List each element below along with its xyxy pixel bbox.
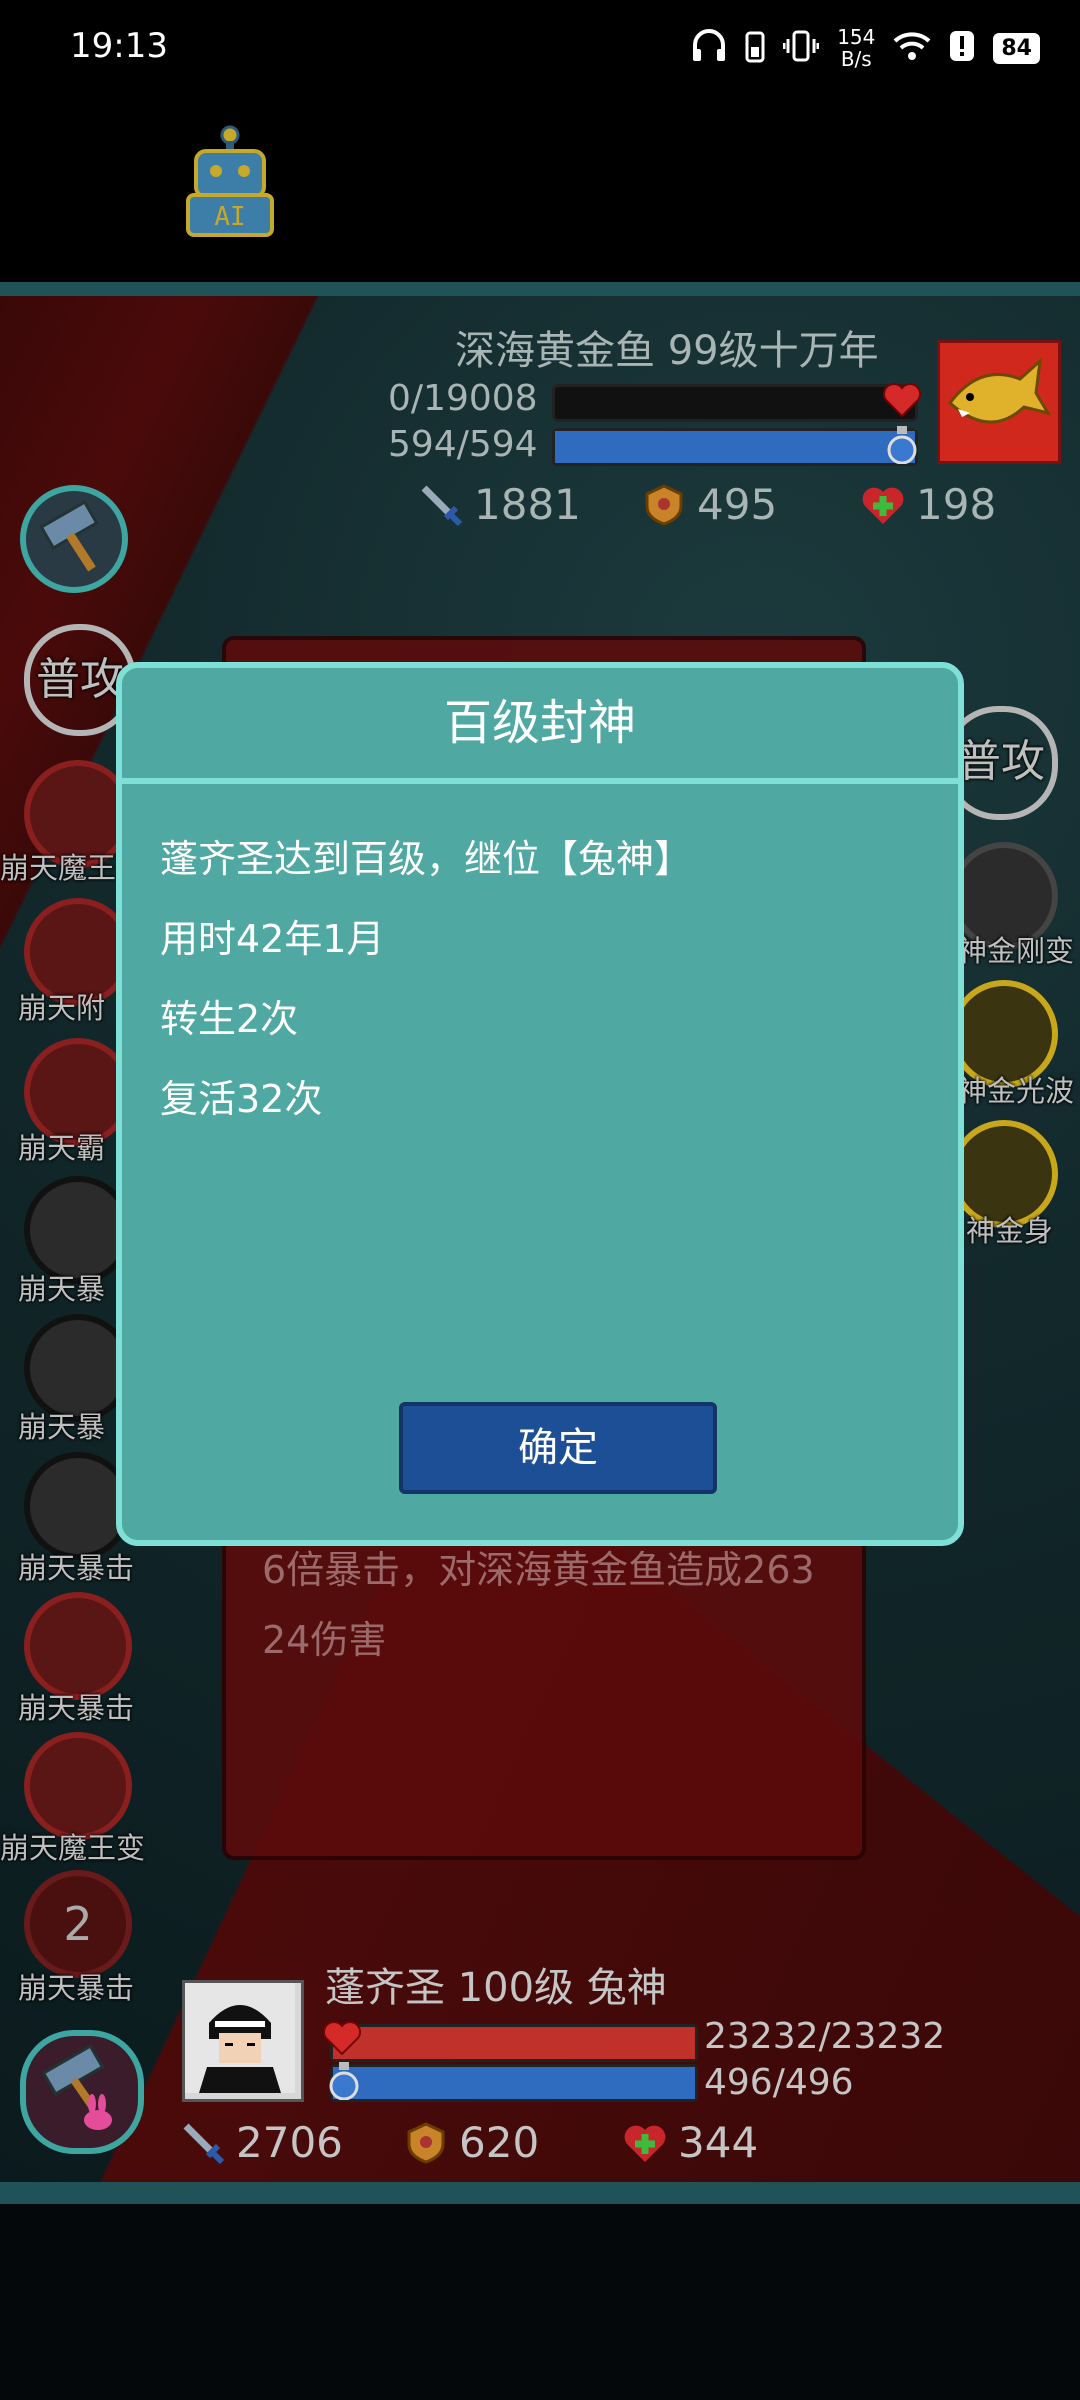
dialog-divider [122, 778, 958, 784]
player-defense-stat: 620 [405, 2118, 539, 2167]
golden-fish-icon [947, 357, 1052, 424]
headphones-icon [691, 29, 727, 67]
player-mp-fill [333, 2067, 695, 2099]
enemy-heal-stat: 198 [862, 480, 996, 529]
heal-cross-icon [862, 484, 904, 526]
player-mp-bar [330, 2064, 698, 2102]
svg-text:AI: AI [214, 202, 245, 232]
player-defense-value: 620 [459, 2118, 540, 2167]
skill-label-1: 崩天魔王 [0, 851, 117, 885]
player-avatar[interactable] [182, 1980, 304, 2102]
skill-icon-8[interactable] [24, 1732, 132, 1840]
enemy-mp-text: 594/594 [388, 424, 538, 465]
skill-label-9: 崩天暴击 [18, 1971, 135, 2005]
player-potion-icon [328, 2060, 360, 2104]
enemy-defense-value: 495 [697, 480, 778, 529]
player-shield-icon [405, 2121, 447, 2164]
player-heal-stat: 344 [624, 2118, 758, 2167]
skill-label-3: 崩天霸 [18, 1131, 106, 1165]
player-hp-text: 23232/23232 [704, 2016, 946, 2057]
right-skill-label-3: 神金身 [966, 1214, 1054, 1248]
level-up-dialog: 百级封神 蓬齐圣达到百级，继位【兔神】 用时42年1月 转生2次 复活32次 确… [116, 662, 964, 1546]
dialog-line-1: 蓬齐圣达到百级，继位【兔神】 [160, 837, 693, 881]
player-hp-bar [330, 2024, 698, 2062]
normal-attack-left-label: 普攻 [36, 654, 124, 705]
wifi-icon [893, 31, 931, 65]
top-border [0, 282, 1080, 296]
battle-log-text: 6倍暴击，对深海黄金鱼造成26324伤害 [262, 1548, 815, 1662]
dialog-title: 百级封神 [443, 695, 636, 751]
enemy-mp-fill [555, 431, 915, 463]
enemy-portrait[interactable] [937, 340, 1061, 464]
right-skill-label-2: 神金光波 [958, 1074, 1075, 1108]
potion-icon [886, 424, 918, 468]
network-speed: 154 B/s [837, 26, 875, 70]
player-heal-value: 344 [678, 2118, 759, 2167]
skill-label-4: 崩天暴 [18, 1272, 106, 1306]
normal-attack-right-label: 普攻 [957, 736, 1045, 787]
player-heal-cross-icon [624, 2122, 666, 2164]
enemy-hp-bar [552, 384, 918, 422]
rabbit-hammer-button[interactable] [20, 2030, 144, 2154]
dialog-line-2: 用时42年1月 [160, 917, 385, 961]
hammer-icon [39, 500, 99, 572]
right-skill-label-1: 神金刚变 [958, 934, 1075, 968]
phone-battery-icon [745, 29, 765, 67]
robot-icon: AI [186, 125, 274, 237]
skill-label-2: 崩天附 [18, 991, 106, 1025]
player-mp-text: 496/496 [704, 2062, 854, 2103]
alert-icon [949, 30, 975, 66]
status-bar: 19:13 154 B/s 84 [0, 0, 1080, 95]
network-speed-unit: B/s [840, 47, 872, 71]
player-sword-icon [182, 2122, 225, 2164]
clock: 19:13 [70, 26, 168, 66]
player-attack-stat: 2706 [182, 2118, 343, 2167]
enemy-hp-text: 0/19008 [388, 378, 538, 419]
skill-icon-9[interactable]: 2 [24, 1870, 132, 1978]
shield-icon [643, 483, 685, 526]
dialog-line-4: 复活32次 [160, 1077, 323, 1121]
player-avatar-icon [185, 1983, 295, 2093]
lower-area [0, 2204, 1080, 2400]
enemy-defense-stat: 495 [643, 480, 777, 529]
rabbit-hammer-icon [41, 2044, 112, 2130]
confirm-button[interactable]: 确定 [399, 1402, 717, 1494]
skill-label-5: 崩天暴 [18, 1410, 106, 1444]
skill-label-8: 崩天魔王变 [0, 1831, 146, 1865]
dialog-line-3: 转生2次 [160, 997, 299, 1041]
player-hp-fill [333, 2027, 695, 2059]
battery-level: 84 [993, 32, 1040, 64]
player-name: 蓬齐圣 100级 兔神 [325, 1965, 667, 2011]
enemy-name: 深海黄金鱼 99级十万年 [455, 328, 879, 374]
sword-icon [420, 484, 463, 526]
status-icons: 154 B/s 84 [691, 18, 1040, 78]
vibrate-icon [782, 29, 820, 67]
skill-icon-7[interactable] [24, 1592, 132, 1700]
skill-label-7: 崩天暴击 [18, 1691, 135, 1725]
player-heart-icon [322, 2018, 362, 2060]
enemy-attack-stat: 1881 [420, 480, 581, 529]
ai-robot-button[interactable]: AI [180, 125, 280, 240]
network-speed-value: 154 [837, 25, 876, 49]
skill-label-6: 崩天暴击 [18, 1551, 135, 1585]
hammer-weapon-button[interactable] [20, 485, 128, 593]
skill-cooldown-count: 2 [63, 1897, 93, 1951]
player-attack-value: 2706 [236, 2118, 343, 2167]
enemy-mp-bar [552, 428, 918, 466]
enemy-heal-value: 198 [916, 480, 997, 529]
enemy-attack-value: 1881 [474, 480, 581, 529]
heart-icon [882, 380, 922, 422]
bottom-border [0, 2182, 1080, 2204]
